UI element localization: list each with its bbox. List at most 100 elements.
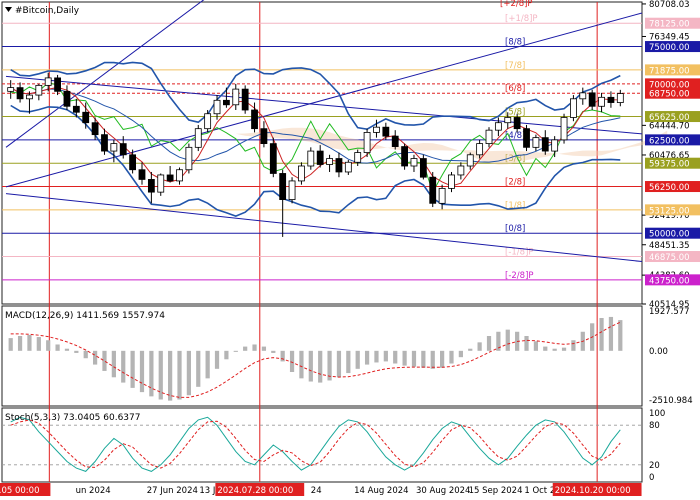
murrey-label: [7/8]	[505, 61, 525, 71]
candle-body	[344, 161, 352, 173]
candle-body	[588, 92, 596, 107]
stoch-axis-label: 80	[649, 421, 660, 431]
macd-axis-label: 0.00	[649, 347, 668, 357]
candle-body	[429, 176, 437, 204]
candle-body	[82, 111, 90, 124]
candle-body	[157, 174, 165, 193]
stoch-axis-label: 0	[649, 473, 654, 483]
candle	[185, 143, 193, 174]
candle-body	[579, 92, 587, 100]
price-tag-label: 46875.00	[649, 253, 690, 263]
time-marker-label: 2024.07.28 00:00	[217, 486, 293, 496]
candle	[204, 110, 212, 133]
candle-body	[166, 174, 174, 182]
candle-body	[129, 154, 137, 171]
candle-body	[410, 158, 418, 167]
candle-body	[541, 137, 549, 152]
candle-body	[35, 84, 43, 96]
time-axis-label: 13 J	[199, 486, 215, 496]
bitcoin-daily-chart: [+2/8]P[+1/8]P[8/8][7/8][6/8][5/8][4/8][…	[0, 0, 700, 496]
murrey-label: [+1/8]P	[505, 14, 538, 24]
price-tag-label: 56250.00	[649, 183, 690, 193]
candle	[401, 143, 408, 170]
price-tag-label: 68750.00	[649, 90, 690, 100]
price-axis-label: 48451.35	[649, 241, 690, 251]
candle	[298, 162, 305, 185]
macd-axis-label: -2510.984	[649, 396, 693, 406]
candle-body	[110, 143, 118, 152]
price-tag-label: 43750.00	[649, 276, 690, 286]
candle-body	[44, 77, 52, 86]
candle-body	[476, 143, 484, 156]
candle-body	[438, 187, 446, 204]
candle-body	[204, 113, 212, 130]
candle-body	[598, 96, 605, 107]
candle-body	[72, 105, 80, 113]
candle-body	[448, 174, 455, 189]
candle-body	[570, 98, 577, 118]
murrey-label: [-2/8]P	[505, 271, 534, 281]
candle-body	[54, 77, 61, 92]
price-tag-label: 62500.00	[649, 136, 690, 146]
candle-body	[494, 122, 502, 131]
candle-body	[119, 143, 127, 156]
candle-body	[176, 169, 183, 182]
candle-body	[194, 128, 202, 148]
candle-body	[279, 173, 287, 200]
candle-body	[513, 117, 521, 130]
price-axis-label: 80708.03	[649, 0, 690, 10]
murrey-label: [2/8]	[505, 178, 525, 188]
candle-body	[91, 122, 99, 136]
candle	[307, 147, 315, 170]
chart-window: [+2/8]P [+1/8]P [8/8] [7/8] [6/8] [5/8] [4/8][…	[0, 0, 700, 500]
candle-body	[213, 99, 221, 115]
candle-body	[26, 94, 33, 100]
stoch-axis-label: 20	[649, 461, 660, 471]
candle-body	[391, 135, 399, 147]
murrey-label: [6/8]	[505, 84, 525, 94]
candle	[157, 173, 165, 196]
price-title: #Bitcoin,Daily	[15, 6, 80, 16]
candle-body	[466, 154, 474, 167]
macd-axis-label: 1927.577	[649, 307, 690, 317]
candle-body	[147, 179, 155, 193]
candle	[288, 177, 296, 204]
price-tag-label: 53125.00	[649, 206, 690, 216]
candle-body	[551, 139, 559, 152]
candle-body	[251, 109, 258, 130]
candle-body	[335, 158, 343, 173]
murrey-label: [4/8]	[505, 131, 525, 141]
stoch-title: Stoch(5,3,3) 73.0405 60.6377	[5, 413, 140, 423]
candle-body	[616, 93, 624, 103]
candle-body	[101, 134, 108, 152]
candle-body	[419, 158, 427, 178]
price-tag-label: 75000.00	[649, 43, 690, 53]
time-marker-label: 2024.10.20 00:00	[555, 486, 631, 496]
time-axis-label: 27 Jun 2024	[147, 486, 198, 496]
candle-body	[16, 87, 24, 100]
candle	[241, 85, 249, 114]
time-axis-label: 14 Aug 2024	[354, 486, 408, 496]
candle-body	[307, 150, 315, 167]
candle	[194, 124, 202, 152]
chart-title: #Bitcoin,Daily	[5, 6, 80, 16]
candle-body	[504, 117, 512, 124]
candle-body	[269, 143, 277, 174]
murrey-label: [+2/8]P	[500, 0, 533, 9]
price-axis-label: 76349.45	[649, 32, 690, 42]
candle-body	[223, 99, 230, 106]
candle	[269, 137, 277, 178]
time-axis-label: un 2024	[76, 486, 111, 496]
price-axis-label: 64444.70	[649, 121, 690, 131]
time-marker-label: 2024.06.05 00:00	[0, 486, 39, 496]
candle-body	[485, 129, 493, 145]
time-axis-label: 30 Aug 2024	[416, 486, 470, 496]
candle-body	[63, 90, 71, 107]
candle	[560, 113, 568, 144]
candle-body	[185, 146, 193, 171]
candle-body	[298, 165, 305, 182]
macd-title: MACD(12,26,9) 1411.569 1557.974	[5, 311, 165, 321]
candle	[363, 128, 371, 158]
candle-body	[354, 152, 362, 163]
time-axis-label: 15 Sep 2024	[469, 486, 523, 496]
